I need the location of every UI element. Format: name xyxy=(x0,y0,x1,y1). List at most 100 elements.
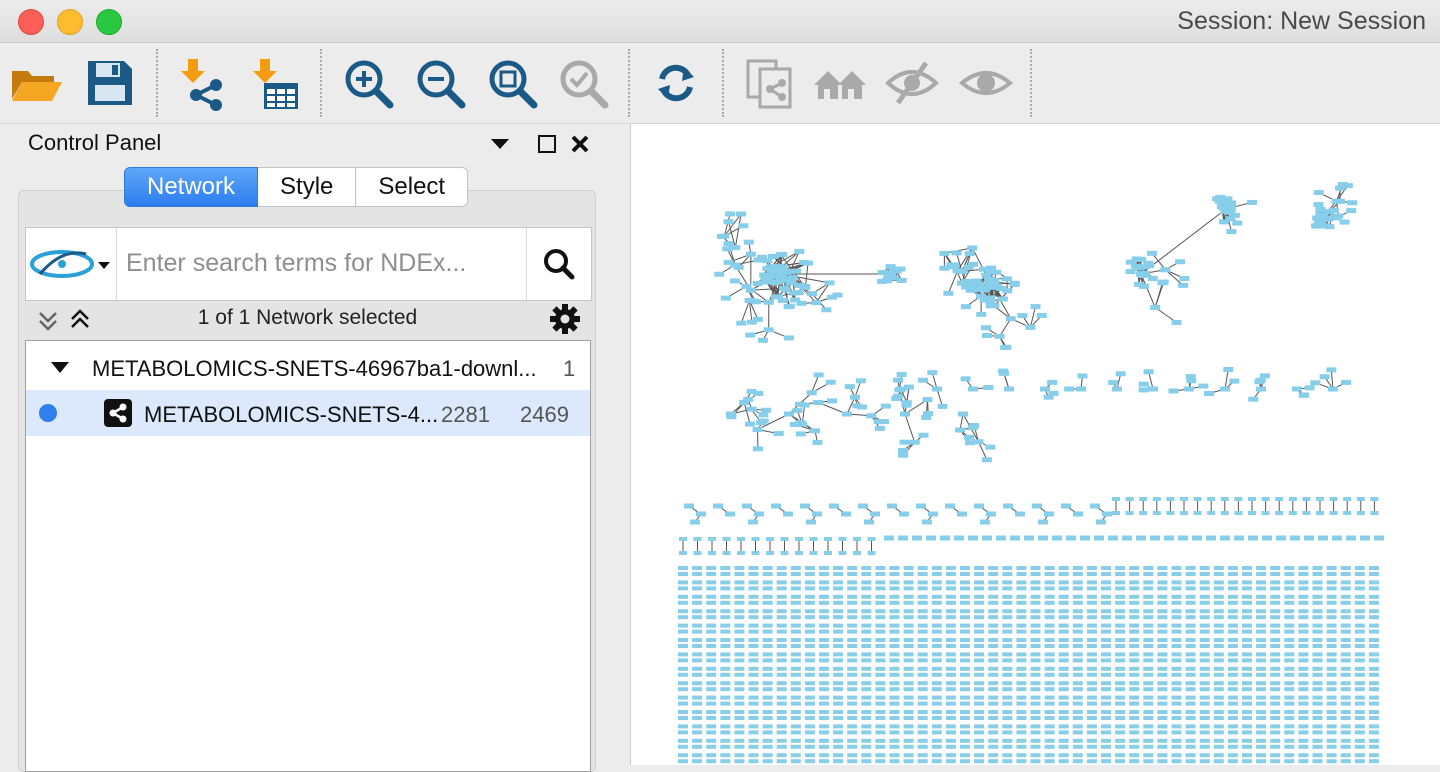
panel-menu-button[interactable] xyxy=(488,132,512,156)
hide-selected-button[interactable] xyxy=(884,55,940,111)
network-node xyxy=(1059,702,1069,706)
network-edge xyxy=(978,442,986,460)
network-node xyxy=(1002,601,1012,605)
network-node xyxy=(918,586,928,590)
show-all-button[interactable] xyxy=(958,55,1014,111)
network-graph[interactable] xyxy=(631,124,1440,765)
network-node xyxy=(1073,753,1083,757)
triangle-down-icon[interactable] xyxy=(50,358,70,378)
network-node xyxy=(1207,511,1215,515)
network-node xyxy=(960,702,970,706)
network-node xyxy=(1214,595,1224,599)
network-node xyxy=(833,609,843,613)
network-node xyxy=(918,378,928,383)
network-node xyxy=(777,673,787,677)
network-node xyxy=(786,278,796,283)
minimize-window-button[interactable] xyxy=(57,9,83,35)
network-node xyxy=(1369,609,1379,613)
network-node xyxy=(1186,730,1196,734)
network-node xyxy=(974,673,984,677)
maximize-window-button[interactable] xyxy=(96,9,122,35)
network-collection-row[interactable]: METABOLOMICS-SNETS-46967ba1-downl... 1 xyxy=(26,344,590,390)
network-row[interactable]: METABOLOMICS-SNETS-4... 2281 2469 xyxy=(26,390,590,436)
network-node xyxy=(720,644,730,648)
network-node xyxy=(692,702,702,706)
network-node xyxy=(1073,745,1083,749)
import-network-button[interactable] xyxy=(174,55,230,111)
network-node xyxy=(1327,644,1337,648)
network-node xyxy=(734,673,744,677)
tab-style[interactable]: Style xyxy=(258,167,356,207)
new-network-from-selection-button[interactable] xyxy=(742,55,798,111)
close-window-button[interactable] xyxy=(18,9,44,35)
search-button[interactable] xyxy=(526,228,591,300)
network-node xyxy=(918,572,928,576)
network-node xyxy=(706,681,716,685)
network-node xyxy=(1298,667,1308,671)
network-node xyxy=(679,551,687,555)
close-panel-button[interactable] xyxy=(568,132,592,156)
zoom-out-button[interactable] xyxy=(412,55,468,111)
network-node xyxy=(847,644,857,648)
network-node xyxy=(692,753,702,757)
network-node xyxy=(932,673,942,677)
float-panel-button[interactable] xyxy=(535,132,559,156)
network-node xyxy=(1115,753,1125,757)
home-button[interactable] xyxy=(812,55,868,111)
ndex-search-input[interactable] xyxy=(118,228,522,298)
network-node xyxy=(1129,681,1139,685)
network-node xyxy=(1002,673,1012,677)
network-node xyxy=(777,566,787,570)
network-node xyxy=(1087,566,1097,570)
import-table-button[interactable] xyxy=(250,55,306,111)
network-node xyxy=(1369,572,1379,576)
network-node xyxy=(1221,207,1231,212)
network-node xyxy=(1115,572,1125,576)
tab-network[interactable]: Network xyxy=(124,167,258,207)
save-session-button[interactable] xyxy=(82,55,138,111)
network-node xyxy=(904,644,914,648)
apply-layout-button[interactable] xyxy=(648,55,704,111)
network-node xyxy=(974,615,984,619)
network-node xyxy=(1073,687,1083,691)
network-node xyxy=(918,580,928,584)
network-node xyxy=(1313,595,1323,599)
network-node xyxy=(1341,687,1351,691)
network-node xyxy=(1200,687,1210,691)
network-node xyxy=(734,265,744,270)
network-node xyxy=(967,245,977,250)
network-node xyxy=(734,601,744,605)
network-node xyxy=(946,586,956,590)
open-session-button[interactable] xyxy=(8,55,64,111)
network-node xyxy=(861,638,871,642)
network-node xyxy=(1289,511,1297,515)
network-node xyxy=(1242,609,1252,613)
zoom-fit-button[interactable] xyxy=(484,55,540,111)
network-node xyxy=(946,566,956,570)
network-options-button[interactable] xyxy=(548,302,582,336)
zoom-in-button[interactable] xyxy=(340,55,396,111)
network-node xyxy=(791,710,801,714)
network-node xyxy=(932,638,942,642)
network-node xyxy=(1284,615,1294,619)
import-table-icon xyxy=(250,55,306,111)
network-node xyxy=(918,687,928,691)
zoom-selected-button[interactable] xyxy=(555,55,611,111)
network-view-canvas[interactable] xyxy=(631,124,1440,765)
ndex-source-selector[interactable] xyxy=(26,228,117,300)
network-node xyxy=(1172,601,1182,605)
network-node xyxy=(1313,759,1323,763)
network-node xyxy=(1214,586,1224,590)
network-node xyxy=(692,609,702,613)
network-node xyxy=(1284,630,1294,634)
network-node xyxy=(1087,667,1097,671)
network-node xyxy=(932,710,942,714)
network-node xyxy=(1115,739,1125,743)
network-node xyxy=(961,376,971,381)
network-node xyxy=(974,716,984,720)
network-node xyxy=(1200,696,1210,700)
tab-select[interactable]: Select xyxy=(356,167,468,207)
network-node xyxy=(1341,753,1351,757)
network-node xyxy=(692,595,702,599)
network-node xyxy=(777,759,787,763)
